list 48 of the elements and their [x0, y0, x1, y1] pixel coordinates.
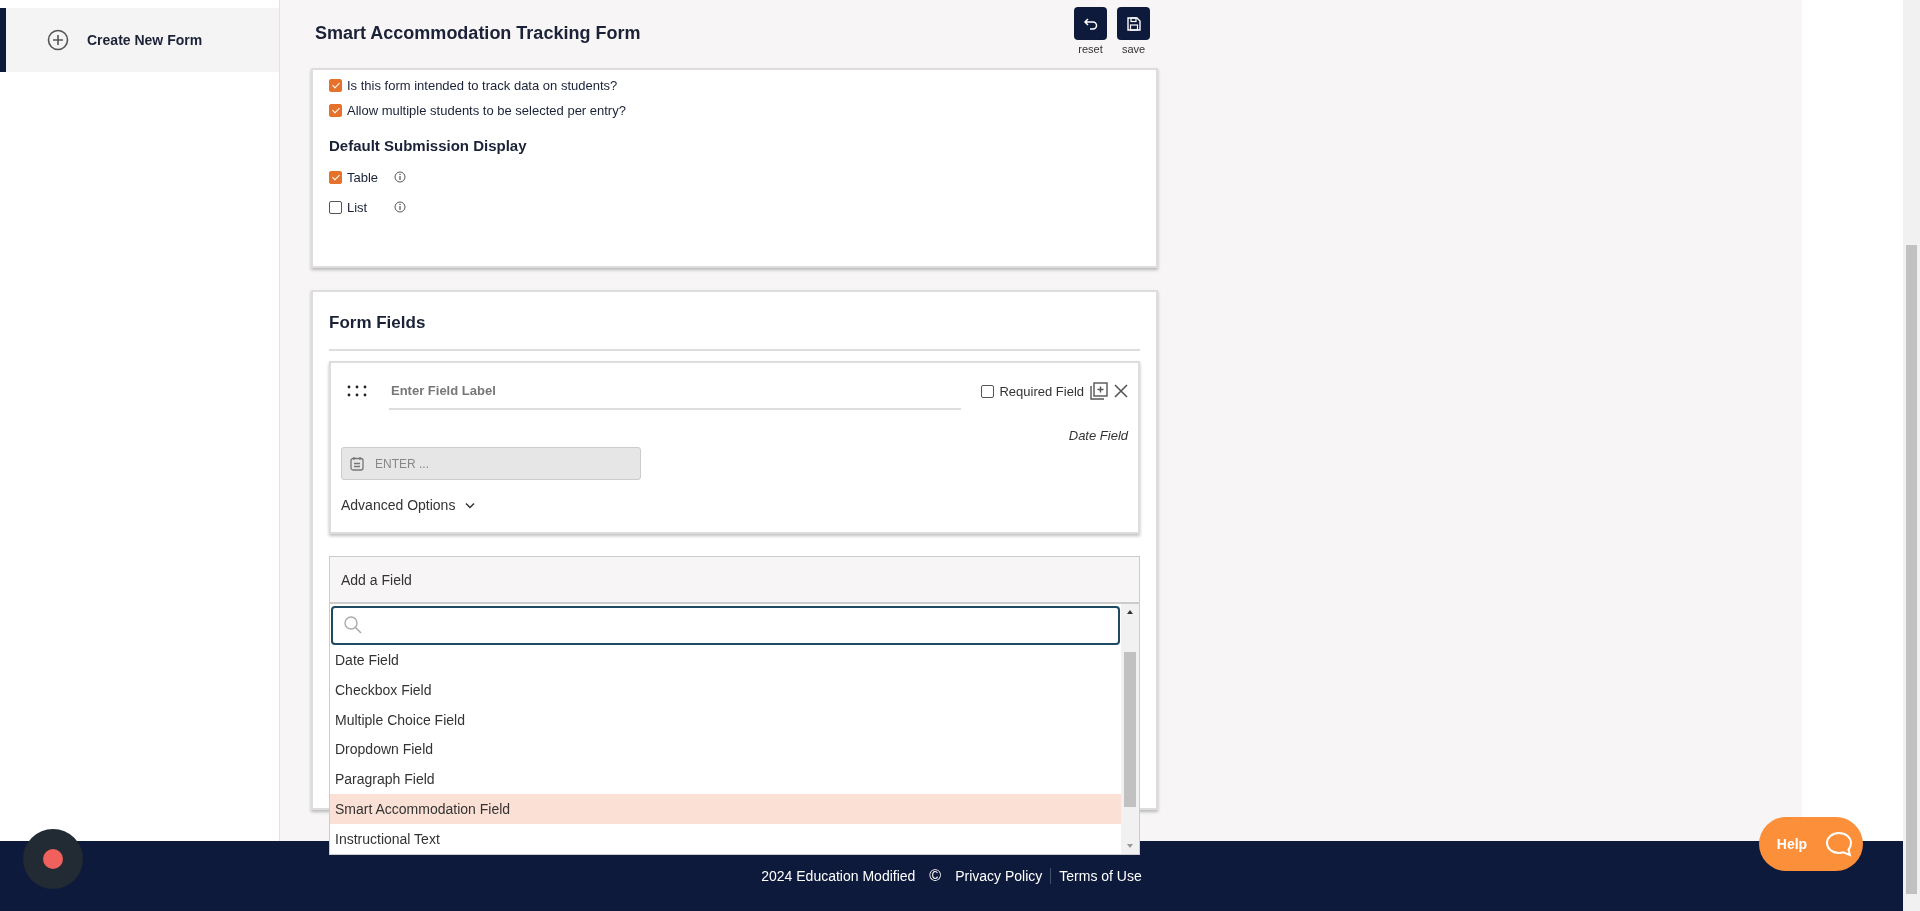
- dropdown-option[interactable]: Paragraph Field: [330, 764, 1121, 795]
- scrollbar[interactable]: [1121, 604, 1139, 854]
- checkbox[interactable]: [329, 200, 342, 214]
- field-label-input[interactable]: Enter Field Label: [389, 372, 962, 410]
- duplicate-icon[interactable]: [1090, 382, 1108, 400]
- footer-link[interactable]: Terms of Use: [1059, 868, 1142, 884]
- checkbox-label: Is this form intended to track data on students?: [347, 78, 618, 93]
- chevron-down-icon: [465, 501, 476, 509]
- page-scrollbar[interactable]: [1903, 0, 1920, 911]
- info-icon: [394, 201, 406, 213]
- checkbox[interactable]: [329, 170, 342, 184]
- drag-handle-icon[interactable]: [347, 385, 367, 397]
- dropdown-option[interactable]: Smart Accommodation Field: [330, 794, 1121, 825]
- close-icon[interactable]: [1114, 384, 1128, 398]
- checkbox[interactable]: [329, 104, 342, 117]
- footer-link[interactable]: Privacy Policy: [955, 868, 1043, 884]
- dropdown-option[interactable]: Instructional Text: [330, 824, 1121, 854]
- calendar-icon: [350, 456, 364, 471]
- checkbox-label: Allow multiple students to be selected per entry?: [347, 103, 626, 118]
- dropdown-option[interactable]: Dropdown Field: [330, 734, 1121, 765]
- undo-icon: [1082, 15, 1099, 32]
- info-icon: [394, 171, 406, 183]
- checkbox-label: Required Field: [999, 383, 1084, 399]
- search-field[interactable]: [331, 606, 1120, 645]
- save-button[interactable]: [1117, 7, 1150, 40]
- save-icon: [1125, 15, 1142, 32]
- dropdown-option[interactable]: Date Field: [330, 644, 1121, 675]
- button-caption: reset: [1078, 43, 1103, 55]
- section-heading: Form Fields: [329, 313, 427, 334]
- field-type-label: Date Field: [1067, 428, 1128, 445]
- dropdown-option[interactable]: Multiple Choice Field: [330, 704, 1121, 735]
- checkbox[interactable]: [329, 79, 342, 92]
- undo-button[interactable]: [1074, 7, 1107, 40]
- search-icon: [343, 615, 363, 636]
- form-title: Smart Accommodation Tracking Form: [315, 23, 641, 44]
- copyright-text: 2024 Education Modified: [761, 868, 916, 884]
- advanced-options-toggle[interactable]: Advanced Options: [341, 497, 476, 513]
- add-circle-icon: [47, 29, 69, 51]
- checkbox-label: List: [347, 199, 369, 215]
- sidebar-item[interactable]: Create New Form: [0, 8, 279, 72]
- date-input[interactable]: ENTER ...: [341, 447, 641, 480]
- chat-bubble-icon: [1825, 831, 1854, 857]
- button-caption: save: [1121, 43, 1146, 55]
- checkbox-label: Table: [347, 169, 379, 185]
- checkbox[interactable]: [981, 384, 995, 398]
- section-heading: Default Submission Display: [329, 137, 528, 154]
- copyright-symbol: ©: [929, 867, 942, 885]
- dropdown-option[interactable]: Checkbox Field: [330, 674, 1121, 705]
